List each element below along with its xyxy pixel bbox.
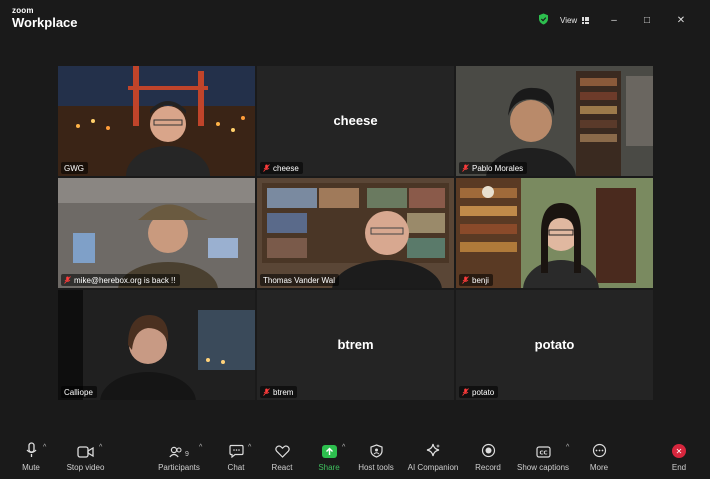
logo-brand-bottom: Workplace	[12, 15, 78, 30]
ai-companion-button[interactable]: AI Companion	[406, 436, 460, 479]
muted-mic-icon	[462, 164, 469, 172]
chat-label: Chat	[227, 463, 245, 472]
participants-button[interactable]: 9 Participants	[156, 436, 202, 479]
react-button[interactable]: React	[270, 436, 294, 479]
microphone-icon	[26, 442, 36, 457]
participant-label: potato	[459, 386, 499, 398]
participant-name: Calliope	[64, 387, 93, 397]
close-window-button[interactable]: ✕	[673, 12, 689, 28]
video-tile-active-speaker[interactable]: Thomas Vander Wal	[257, 178, 454, 288]
captions-options-caret-icon[interactable]: ^	[566, 444, 569, 451]
view-label: View	[560, 15, 578, 25]
video-tile[interactable]: Pablo Morales	[456, 66, 653, 176]
participant-name: GWG	[64, 163, 84, 173]
participant-label: benji	[459, 274, 493, 286]
participants-options-caret-icon[interactable]: ^	[199, 444, 202, 451]
app-logo: zoom Workplace	[12, 6, 78, 30]
title-bar: zoom Workplace View – □ ✕	[0, 0, 710, 40]
more-label: More	[589, 463, 609, 472]
maximize-button[interactable]: □	[639, 12, 655, 28]
share-screen-icon	[321, 445, 337, 458]
participant-display-name: potato	[534, 337, 575, 352]
record-button[interactable]: Record	[474, 436, 502, 479]
view-button[interactable]: View	[560, 12, 590, 28]
share-button[interactable]: Share	[317, 436, 341, 479]
video-tile[interactable]: GWG	[58, 66, 255, 176]
stop-video-button[interactable]: Stop video	[63, 436, 108, 479]
muted-mic-icon	[462, 388, 469, 396]
participant-name: btrem	[273, 387, 294, 397]
more-button[interactable]: More	[586, 436, 612, 479]
muted-mic-icon	[263, 164, 270, 172]
participant-video	[58, 178, 255, 288]
participant-video	[58, 66, 255, 176]
closed-captions-icon: CC	[535, 446, 551, 458]
host-tools-button[interactable]: Host tools	[357, 436, 395, 479]
video-options-caret-icon[interactable]: ^	[99, 444, 102, 451]
more-dots-icon	[592, 443, 606, 458]
react-label: React	[271, 463, 293, 472]
stop-video-label: Stop video	[66, 463, 105, 472]
video-tile[interactable]: potato potato	[456, 290, 653, 400]
participants-count: 9	[185, 451, 189, 458]
share-label: Share	[318, 463, 340, 472]
participants-label: Participants	[158, 463, 200, 472]
muted-mic-icon	[64, 276, 71, 284]
heart-icon	[274, 445, 290, 458]
participant-name: benji	[472, 275, 489, 285]
end-call-icon: ✕	[672, 444, 686, 458]
ai-companion-label: AI Companion	[407, 463, 459, 472]
end-meeting-button[interactable]: ✕ End	[668, 436, 690, 479]
end-label: End	[671, 463, 687, 472]
video-tile[interactable]: Calliope	[58, 290, 255, 400]
participant-name: Pablo Morales	[472, 163, 524, 173]
participants-icon	[169, 446, 182, 458]
participant-label: Calliope	[61, 386, 97, 398]
participant-label: Pablo Morales	[459, 162, 528, 174]
logo-brand-top: zoom	[12, 6, 34, 15]
participant-label: GWG	[61, 162, 88, 174]
record-icon	[481, 443, 495, 458]
chat-options-caret-icon[interactable]: ^	[248, 444, 251, 451]
participant-name: Thomas Vander Wal	[263, 275, 336, 285]
sparkle-icon	[426, 443, 440, 457]
meeting-toolbar: Mute ^ Stop video ^ 9 Participants ^ Cha…	[0, 436, 710, 479]
participant-display-name: btrem	[337, 337, 374, 352]
mute-button[interactable]: Mute	[18, 436, 44, 479]
chat-bubble-icon	[228, 444, 244, 458]
chat-button[interactable]: Chat	[224, 436, 248, 479]
participant-video	[257, 178, 454, 288]
video-camera-icon	[77, 446, 94, 458]
shield-icon	[369, 444, 383, 458]
participant-label: Thomas Vander Wal	[260, 274, 340, 286]
mute-label: Mute	[22, 463, 40, 472]
video-tile[interactable]: cheese cheese	[257, 66, 454, 176]
share-options-caret-icon[interactable]: ^	[342, 444, 345, 451]
participant-video	[456, 178, 653, 288]
svg-text:CC: CC	[539, 450, 547, 456]
participant-name: mike@herebox.org is back !!	[74, 275, 176, 285]
record-label: Record	[475, 463, 501, 472]
participant-name: cheese	[273, 163, 299, 173]
gallery-grid-icon	[582, 16, 590, 24]
participant-display-name: cheese	[333, 113, 378, 128]
encryption-shield-icon[interactable]	[538, 13, 549, 25]
participant-label: cheese	[260, 162, 303, 174]
participant-video	[58, 290, 255, 400]
participant-label: btrem	[260, 386, 298, 398]
show-captions-label: Show captions	[516, 463, 570, 472]
host-tools-label: Host tools	[358, 463, 394, 472]
participant-name: potato	[472, 387, 495, 397]
participant-video	[456, 66, 653, 176]
minimize-button[interactable]: –	[606, 12, 622, 28]
muted-mic-icon	[263, 388, 270, 396]
participant-label: mike@herebox.org is back !!	[61, 274, 180, 286]
muted-mic-icon	[462, 276, 469, 284]
show-captions-button[interactable]: CC Show captions	[516, 436, 570, 479]
audio-options-caret-icon[interactable]: ^	[43, 444, 46, 451]
video-tile[interactable]: mike@herebox.org is back !!	[58, 178, 255, 288]
video-tile[interactable]: btrem btrem	[257, 290, 454, 400]
video-tile[interactable]: benji	[456, 178, 653, 288]
